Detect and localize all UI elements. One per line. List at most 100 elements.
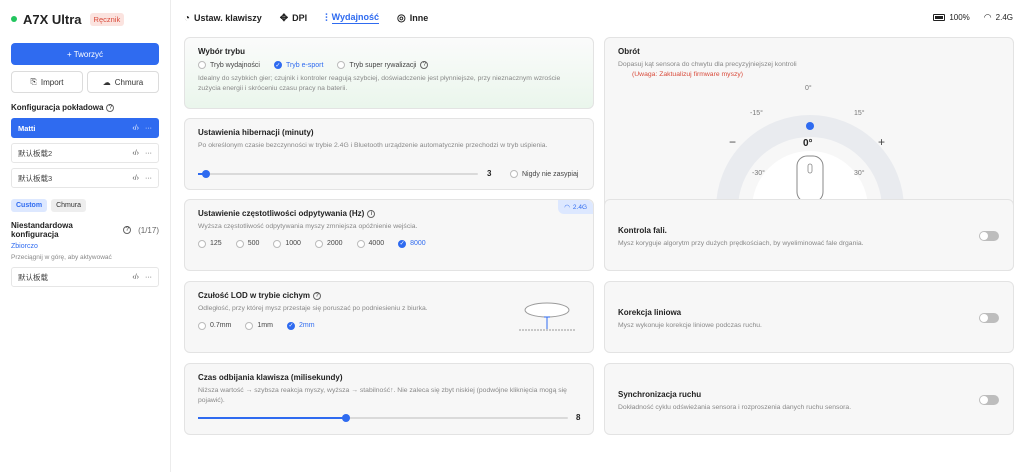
radio-circle: ✓	[286, 321, 295, 330]
polling-badge: ◠ 2.4G	[558, 200, 593, 214]
lod-card: Czułość LOD w trybie cichym? Odległość, …	[184, 281, 594, 353]
info-icon[interactable]: i	[367, 209, 376, 218]
ripple-card: Kontrola fali. Mysz koryguje algorytm pr…	[604, 199, 1014, 271]
poll-option[interactable]: 125	[198, 239, 222, 248]
sidebar: A7X Ultra Ręcznik + Tworzyć ⎘ Import ☁ C…	[0, 0, 171, 472]
code-icon[interactable]: ‹/›	[132, 175, 139, 182]
brand: A7X Ultra Ręcznik	[11, 10, 159, 28]
debounce-title: Czas odbijania klawisza (milisekundy)	[198, 373, 343, 382]
lod-option[interactable]: 1mm	[245, 321, 273, 330]
lod-option[interactable]: 0.7mm	[198, 321, 231, 330]
more-icon[interactable]: ···	[145, 175, 152, 182]
code-icon[interactable]: ‹/›	[132, 125, 139, 132]
onboard-config-item-label: 默认板载2	[18, 148, 53, 158]
seg-custom[interactable]: Custom	[11, 199, 48, 212]
help-icon[interactable]: ?	[313, 291, 322, 300]
mode-option[interactable]: Tryb super rywalizacji?	[337, 61, 429, 69]
slider-knob[interactable]	[202, 170, 211, 178]
linear-desc: Mysz wykonuje korekcje liniowe podczas r…	[618, 322, 762, 329]
rotation-minus-button[interactable]: −	[729, 135, 736, 149]
more-icon[interactable]: ···	[145, 125, 152, 132]
more-icon[interactable]: ···	[145, 274, 152, 281]
import-icon: ⎘	[30, 77, 37, 86]
wifi-icon: ◠	[564, 204, 570, 211]
tab-label: Inne	[409, 13, 429, 23]
tab-performance[interactable]: ⫶ Wydajność	[325, 0, 380, 36]
motion-sync-title: Synchronizacja ruchu	[618, 390, 702, 399]
linear-title: Korekcja liniowa	[618, 308, 682, 317]
top-nav: ◔ Ustaw. klawiszy ✥ DPI ⫶ Wydajność ◎ In…	[171, 0, 1024, 36]
ripple-title: Kontrola fali.	[618, 226, 667, 235]
polling-card: ◠ 2.4G Ustawienie częstotliwości odpytywa…	[184, 199, 594, 271]
debounce-value: 8	[576, 413, 581, 422]
more-icon[interactable]: ···	[145, 150, 152, 157]
rotation-warning: (Uwaga: Zaktualizuj firmware myszy)	[632, 70, 744, 78]
rotation-tick-0: 0°	[805, 85, 812, 92]
onboard-config-item-label: Matti	[18, 123, 36, 133]
motion-sync-desc: Dokładność cyklu odświeżania sensora i r…	[618, 404, 852, 411]
custom-config-count: (1/17)	[138, 225, 159, 235]
custom-config-item[interactable]: 默认板载 ‹/› ···	[11, 267, 159, 287]
collapse-link[interactable]: Zbiorczo	[11, 243, 159, 250]
custom-config-title-text: Niestandardowa konfiguracja	[11, 221, 73, 239]
lod-option[interactable]: ✓ 2mm	[286, 321, 315, 330]
keys-icon: ◔	[184, 12, 191, 24]
hibernate-title: Ustawienia hibernacji (minuty)	[198, 128, 314, 137]
slider-knob[interactable]	[342, 414, 350, 422]
poll-option[interactable]: ✓ 8000	[398, 239, 426, 248]
mode-option[interactable]: ✓ Tryb e-sport	[273, 61, 324, 69]
onboard-config-title: Konfiguracja pokładowa ?	[11, 103, 159, 112]
poll-option[interactable]: 2000	[314, 239, 343, 248]
slider-fill	[198, 417, 346, 419]
import-button[interactable]: ⎘ Import	[11, 71, 83, 93]
radio-circle	[198, 321, 206, 330]
tab-keys[interactable]: ◔ Ustaw. klawiszy	[184, 0, 262, 36]
mode-option[interactable]: Tryb wydajności	[198, 61, 260, 69]
tab-other[interactable]: ◎ Inne	[397, 0, 428, 36]
poll-option[interactable]: 1000	[273, 239, 301, 248]
motion-sync-card: Synchronizacja ruchu Dokładność cyklu od…	[604, 363, 1014, 435]
radio-circle	[198, 61, 206, 69]
custom-config-item-label: 默认板载	[18, 272, 48, 282]
rotation-desc: Dopasuj kąt sensora do chwytu dla precyz…	[618, 61, 797, 68]
radio-label: Tryb e-sport	[285, 61, 324, 69]
tab-dpi[interactable]: ✥ DPI	[280, 0, 307, 36]
rotation-plus-button[interactable]: +	[878, 135, 885, 149]
onboard-config-item[interactable]: Matti ‹/› ···	[11, 118, 159, 138]
polling-desc: Wyższa częstotliwość odpytywania myszy z…	[198, 223, 418, 230]
rotation-value: 0°	[803, 138, 813, 149]
radio-label: Tryb super rywalizacji	[349, 61, 417, 69]
create-button[interactable]: + Tworzyć	[11, 43, 159, 65]
help-icon[interactable]: ?	[106, 103, 115, 112]
help-icon[interactable]: ?	[123, 226, 132, 234]
rotation-tick-plus15: 15°	[854, 110, 865, 117]
debounce-slider[interactable]	[198, 414, 568, 422]
polling-options: 125 500 1000 2000 4000 ✓ 8000	[198, 239, 580, 248]
polling-badge-label: 2.4G	[572, 203, 587, 211]
poll-option[interactable]: 4000	[356, 239, 385, 248]
signal-mode: 2.4G	[995, 13, 1013, 22]
seg-cloud[interactable]: Chmura	[51, 199, 86, 212]
mode-options: Tryb wydajności ✓ Tryb e-sport Tryb super r…	[198, 61, 580, 69]
connection-dot-icon	[11, 16, 17, 22]
settings-icon: ◎	[397, 12, 406, 24]
code-icon[interactable]: ‹/›	[132, 150, 139, 157]
onboard-config-title-text: Konfiguracja pokładowa	[11, 103, 104, 112]
radio-label: 4000	[368, 240, 385, 248]
polling-title: Ustawienie częstotliwości odpytywania (H…	[198, 209, 365, 218]
hibernate-slider[interactable]	[198, 170, 478, 178]
device-badge: Ręcznik	[89, 12, 125, 26]
radio-circle	[314, 239, 323, 248]
poll-option[interactable]: 500	[235, 239, 260, 248]
onboard-config-item[interactable]: 默认板载3 ‹/› ···	[11, 168, 159, 188]
cloud-button[interactable]: ☁ Chmura	[87, 71, 159, 93]
never-sleep-option[interactable]: Nigdy nie zasypiaj	[510, 170, 578, 178]
linear-toggle[interactable]	[979, 313, 999, 323]
code-icon[interactable]: ‹/›	[132, 274, 139, 281]
motion-sync-toggle[interactable]	[979, 395, 999, 405]
help-icon[interactable]: ?	[420, 61, 429, 69]
lod-title: Czułość LOD w trybie cichym	[198, 291, 311, 300]
onboard-config-item[interactable]: 默认板载2 ‹/› ···	[11, 143, 159, 163]
ripple-toggle[interactable]	[979, 231, 999, 241]
radio-label: 500	[247, 240, 260, 248]
